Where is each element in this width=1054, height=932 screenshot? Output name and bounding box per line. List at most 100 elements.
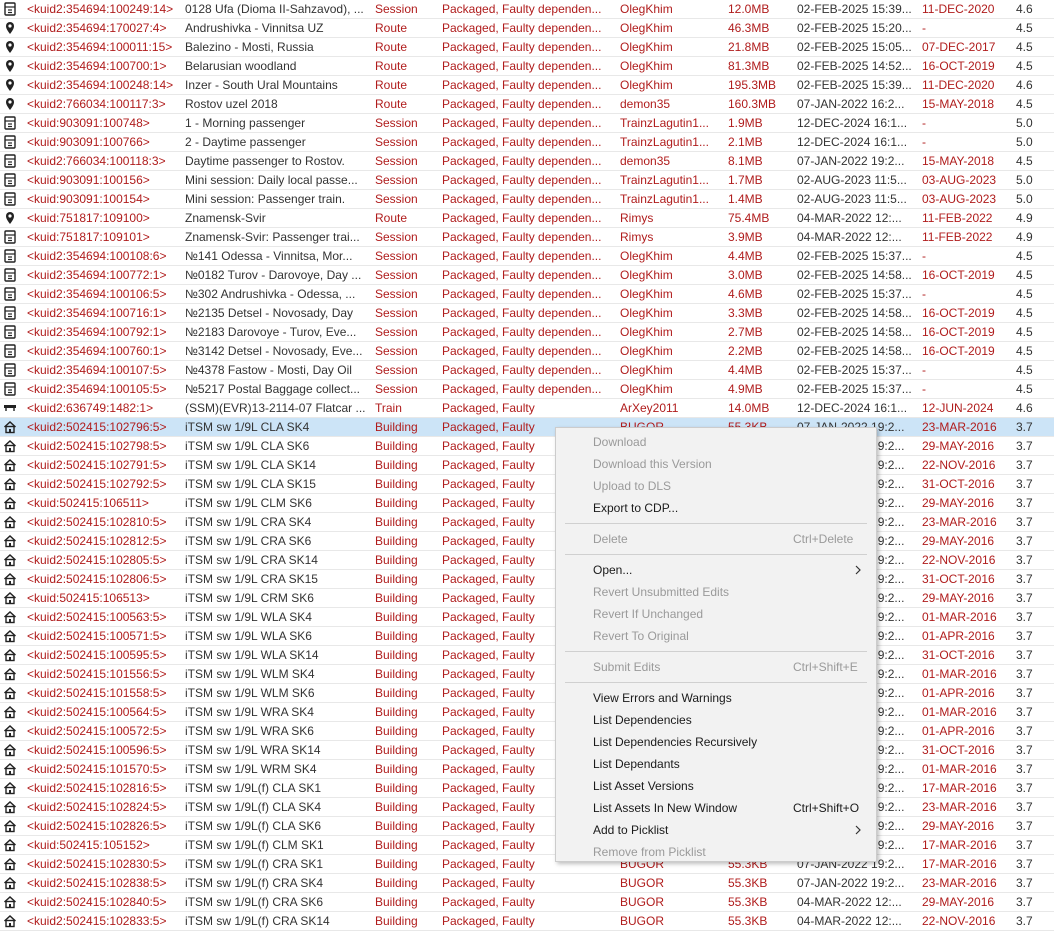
menu-item-list-asset-versions[interactable]: List Asset Versions [556, 775, 876, 797]
cell-kuid: <kuid2:354694:100011:15> [27, 40, 173, 54]
table-row[interactable]: <kuid2:354694:100700:1> Belarusian woodla… [0, 57, 1054, 76]
cell-status: Packaged, Faulty dependen... [442, 249, 602, 263]
cell-kuid: <kuid2:502415:100564:5> [27, 705, 167, 719]
table-row[interactable]: <kuid2:502415:102791:5> iTSM sw 1/9L CLA … [0, 456, 1054, 475]
cell-date: 02-FEB-2025 15:37... [797, 287, 912, 301]
asset-list[interactable]: <kuid2:354694:100249:14> 0128 Ufa (Dioma … [0, 0, 1054, 932]
table-row[interactable]: <kuid2:502415:102805:5> iTSM sw 1/9L CRA … [0, 551, 1054, 570]
table-row[interactable]: <kuid2:354694:100716:1> №2135 Detsel - No… [0, 304, 1054, 323]
menu-item-add-to-picklist[interactable]: Add to Picklist [556, 819, 876, 841]
menu-item-revert-unsubmitted-edits: Revert Unsubmitted Edits [556, 581, 876, 603]
cell-name: №2135 Detsel - Novosady, Day [185, 306, 354, 320]
table-row[interactable]: <kuid:903091:100156> Mini session: Daily … [0, 171, 1054, 190]
table-row[interactable]: <kuid2:502415:102798:5> iTSM sw 1/9L CLA … [0, 437, 1054, 456]
cell-name: Daytime passenger to Rostov. [185, 154, 345, 168]
table-row[interactable]: <kuid2:354694:100792:1> №2183 Darovoye - … [0, 323, 1054, 342]
table-row[interactable]: <kuid2:354694:100248:14> Inzer - South Ur… [0, 76, 1054, 95]
table-row[interactable]: <kuid2:502415:100595:5> iTSM sw 1/9L WLA … [0, 646, 1054, 665]
table-row[interactable]: <kuid2:502415:102792:5> iTSM sw 1/9L CLA … [0, 475, 1054, 494]
cell-rating: 3.7 [1016, 515, 1033, 529]
menu-item-delete: Delete Ctrl+Delete [556, 528, 876, 550]
table-row[interactable]: <kuid2:502415:102812:5> iTSM sw 1/9L CRA … [0, 532, 1054, 551]
table-row[interactable]: <kuid2:502415:101556:5> iTSM sw 1/9L WLM … [0, 665, 1054, 684]
cell-kuid: <kuid2:354694:100108:6> [27, 249, 167, 263]
table-row[interactable]: <kuid:751817:109100> Znamensk-Svir Route Pa… [0, 209, 1054, 228]
table-row[interactable]: <kuid2:354694:100105:5> №5217 Postal Bagg… [0, 380, 1054, 399]
table-row[interactable]: <kuid:903091:100154> Mini session: Passen… [0, 190, 1054, 209]
cell-rating: 4.5 [1016, 268, 1033, 282]
table-row[interactable]: <kuid2:354694:170027:4> Andrushivka - Vin… [0, 19, 1054, 38]
table-row[interactable]: <kuid2:502415:102816:5> iTSM sw 1/9L(f) C… [0, 779, 1054, 798]
cell-status: Packaged, Faulty dependen... [442, 135, 602, 149]
cell-type: Building [375, 591, 418, 605]
table-row[interactable]: <kuid2:354694:100249:14> 0128 Ufa (Dioma … [0, 0, 1054, 19]
cell-author: TrainzLagutin1... [620, 192, 709, 206]
cell-rating: 4.6 [1016, 78, 1033, 92]
menu-item-list-dependencies[interactable]: List Dependencies [556, 709, 876, 731]
cell-status: Packaged, Faulty dependen... [442, 268, 602, 282]
table-row[interactable]: <kuid2:502415:100572:5> iTSM sw 1/9L WRA … [0, 722, 1054, 741]
cell-type: Building [375, 477, 418, 491]
table-row[interactable]: <kuid2:354694:100760:1> №3142 Detsel - No… [0, 342, 1054, 361]
cell-kuid: <kuid2:502415:102830:5> [27, 857, 167, 871]
session-icon [3, 133, 21, 152]
table-row[interactable]: <kuid:502415:105152> iTSM sw 1/9L(f) CLM … [0, 836, 1054, 855]
cell-rating: 5.0 [1016, 173, 1033, 187]
table-row[interactable]: <kuid:502415:106511> iTSM sw 1/9L CLM SK6… [0, 494, 1054, 513]
table-row[interactable]: <kuid:903091:100766> 2 - Daytime passenge… [0, 133, 1054, 152]
cell-date: 12-DEC-2024 16:1... [797, 135, 908, 149]
table-row[interactable]: <kuid2:354694:100107:5> №4378 Fastow - Mo… [0, 361, 1054, 380]
table-row[interactable]: <kuid2:502415:100564:5> iTSM sw 1/9L WRA … [0, 703, 1054, 722]
table-row[interactable]: <kuid:502415:106513> iTSM sw 1/9L CRM SK6… [0, 589, 1054, 608]
table-row[interactable]: <kuid2:766034:100117:3> Rostov uzel 2018 R… [0, 95, 1054, 114]
cell-kuid: <kuid:903091:100154> [27, 192, 150, 206]
cell-type: Building [375, 610, 418, 624]
building-icon [3, 608, 21, 627]
table-row[interactable]: <kuid2:354694:100772:1> №0182 Turov - Dar… [0, 266, 1054, 285]
menu-item-open[interactable]: Open... [556, 559, 876, 581]
cell-build: 01-APR-2016 [922, 686, 995, 700]
menu-item-view-errors-and-warnings[interactable]: View Errors and Warnings [556, 687, 876, 709]
cell-name: iTSM sw 1/9L CLA SK6 [185, 439, 310, 453]
table-row[interactable]: <kuid2:502415:102833:5> iTSM sw 1/9L(f) C… [0, 912, 1054, 931]
table-row[interactable]: <kuid2:502415:100563:5> iTSM sw 1/9L WLA … [0, 608, 1054, 627]
table-row[interactable]: <kuid2:502415:101570:5> iTSM sw 1/9L WRM … [0, 760, 1054, 779]
table-row[interactable]: <kuid2:502415:102830:5> iTSM sw 1/9L(f) C… [0, 855, 1054, 874]
table-row[interactable]: <kuid2:354694:100011:15> Balezino - Mosti… [0, 38, 1054, 57]
table-row[interactable]: <kuid2:354694:100108:6> №141 Odessa - Vin… [0, 247, 1054, 266]
table-row[interactable]: <kuid:751817:109101> Znamensk-Svir: Passe… [0, 228, 1054, 247]
table-row[interactable]: <kuid2:354694:100106:5> №302 Andrushivka … [0, 285, 1054, 304]
cell-name: iTSM sw 1/9L CRA SK15 [185, 572, 318, 586]
building-icon [3, 570, 21, 589]
cell-kuid: <kuid2:502415:102826:5> [27, 819, 167, 833]
menu-item-label: Revert To Original [593, 629, 689, 643]
table-row[interactable]: <kuid2:502415:102840:5> iTSM sw 1/9L(f) C… [0, 893, 1054, 912]
cell-name: 0128 Ufa (Dioma II-Sahzavod), ... [185, 2, 364, 16]
table-row[interactable]: <kuid2:502415:100596:5> iTSM sw 1/9L WRA … [0, 741, 1054, 760]
menu-item-list-dependencies-recursively[interactable]: List Dependencies Recursively [556, 731, 876, 753]
table-row[interactable]: <kuid2:502415:102810:5> iTSM sw 1/9L CRA … [0, 513, 1054, 532]
cell-type: Route [375, 21, 408, 35]
table-row[interactable]: <kuid2:766034:100118:3> Daytime passenger… [0, 152, 1054, 171]
cell-author: OlegKhim [620, 287, 673, 301]
table-row[interactable]: <kuid2:502415:102838:5> iTSM sw 1/9L(f) C… [0, 874, 1054, 893]
table-row[interactable]: <kuid2:502415:102796:5> iTSM sw 1/9L CLA … [0, 418, 1054, 437]
cell-type: Building [375, 743, 418, 757]
cell-size: 1.9MB [728, 116, 763, 130]
table-row[interactable]: <kuid:903091:100748> 1 - Morning passenge… [0, 114, 1054, 133]
cell-name: №141 Odessa - Vinnitsa, Mor... [185, 249, 353, 263]
table-row[interactable]: <kuid2:502415:102824:5> iTSM sw 1/9L(f) C… [0, 798, 1054, 817]
table-row[interactable]: <kuid2:502415:101558:5> iTSM sw 1/9L WLM … [0, 684, 1054, 703]
menu-item-list-assets-in-new-window[interactable]: List Assets In New Window Ctrl+Shift+O [556, 797, 876, 819]
cell-size: 4.6MB [728, 287, 763, 301]
menu-item-list-dependants[interactable]: List Dependants [556, 753, 876, 775]
building-icon [3, 532, 21, 551]
cell-status: Packaged, Faulty dependen... [442, 363, 602, 377]
table-row[interactable]: <kuid2:502415:102806:5> iTSM sw 1/9L CRA … [0, 570, 1054, 589]
building-icon [3, 513, 21, 532]
table-row[interactable]: <kuid2:636749:1482:1> (SSM)(EVR)13-2114-0… [0, 399, 1054, 418]
menu-item-shortcut: Ctrl+Shift+O [793, 801, 860, 815]
table-row[interactable]: <kuid2:502415:100571:5> iTSM sw 1/9L WLA … [0, 627, 1054, 646]
table-row[interactable]: <kuid2:502415:102826:5> iTSM sw 1/9L(f) C… [0, 817, 1054, 836]
menu-item-export-to-cdp[interactable]: Export to CDP... [556, 497, 876, 519]
